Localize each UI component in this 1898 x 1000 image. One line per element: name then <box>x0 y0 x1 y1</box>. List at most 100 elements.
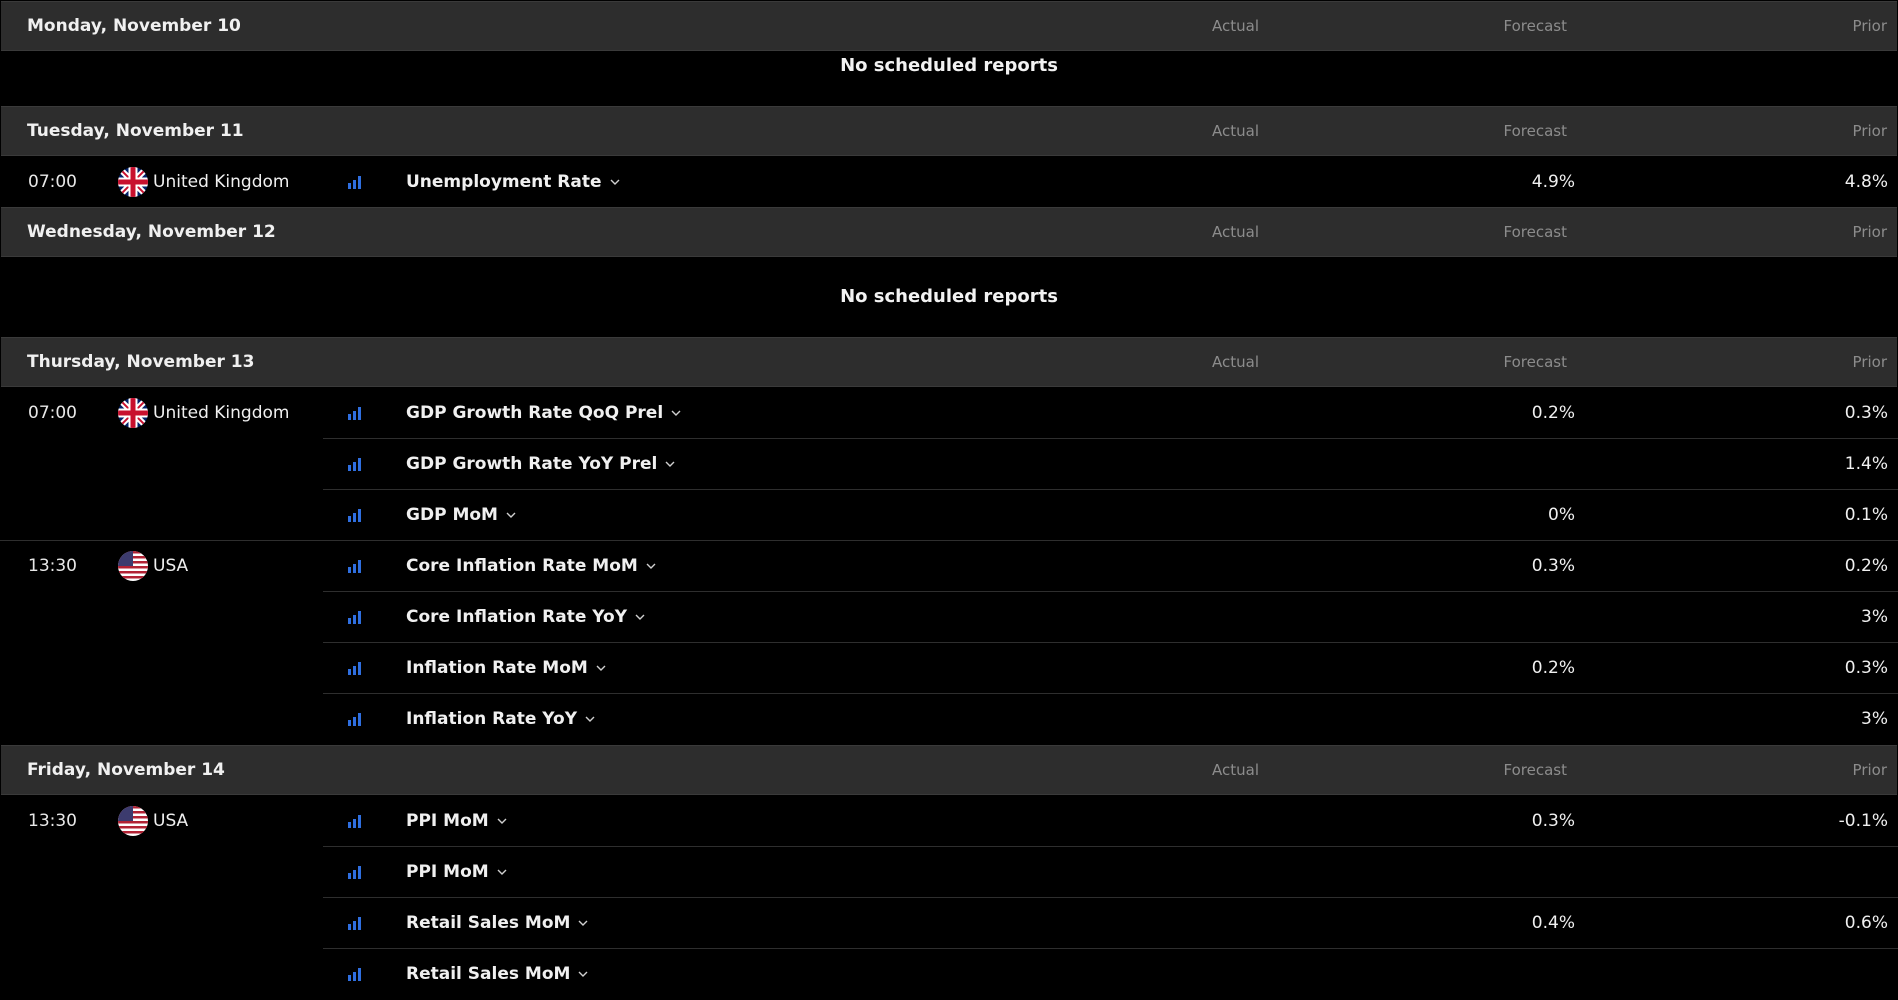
importance-bars-icon <box>348 713 361 726</box>
forecast-value: 0.4% <box>1531 913 1575 933</box>
prior-value: 0.6% <box>1844 913 1888 933</box>
us-flag-icon <box>118 806 148 836</box>
event-row[interactable]: 13:30 USA Core Inflation Rate MoM 0.3% 0… <box>0 541 1898 592</box>
importance-bars-icon <box>348 611 361 624</box>
event-name[interactable]: GDP Growth Rate QoQ Prel <box>406 388 681 438</box>
importance-bars-icon <box>348 560 361 573</box>
prior-value: 1.4% <box>1844 454 1888 474</box>
prior-value: 0.3% <box>1844 403 1888 423</box>
country-name: United Kingdom <box>153 172 290 192</box>
day-title: Tuesday, November 11 <box>27 121 244 141</box>
column-header-prior: Prior <box>1852 17 1887 35</box>
prior-value: 4.8% <box>1844 172 1888 192</box>
importance-bars-icon <box>348 662 361 675</box>
event-name[interactable]: Inflation Rate YoY <box>406 694 595 744</box>
event-row[interactable]: GDP Growth Rate YoY Prel 1.4% <box>0 439 1898 490</box>
day-title: Monday, November 10 <box>27 16 241 36</box>
column-header-actual: Actual <box>1212 122 1259 140</box>
event-row[interactable]: Retail Sales MoM 0.4% 0.6% <box>0 898 1898 949</box>
column-header-actual: Actual <box>1212 17 1259 35</box>
column-header-prior: Prior <box>1852 353 1887 371</box>
column-header-actual: Actual <box>1212 223 1259 241</box>
chevron-down-icon <box>610 179 620 185</box>
prior-value: 0.1% <box>1844 505 1888 525</box>
importance-bars-icon <box>348 968 361 981</box>
forecast-value: 0% <box>1548 505 1575 525</box>
event-name[interactable]: GDP Growth Rate YoY Prel <box>406 439 675 489</box>
chevron-down-icon <box>506 512 516 518</box>
chevron-down-icon <box>635 614 645 620</box>
column-header-actual: Actual <box>1212 761 1259 779</box>
prior-value: 3% <box>1861 709 1888 729</box>
event-row[interactable]: 13:30 USA PPI MoM 0.3% -0.1% <box>0 796 1898 847</box>
event-row[interactable]: Inflation Rate MoM 0.2% 0.3% <box>0 643 1898 694</box>
us-flag-icon <box>118 551 148 581</box>
column-header-actual: Actual <box>1212 353 1259 371</box>
importance-bars-icon <box>348 458 361 471</box>
event-name[interactable]: Inflation Rate MoM <box>406 643 606 693</box>
importance-bars-icon <box>348 866 361 879</box>
chevron-down-icon <box>497 869 507 875</box>
event-name[interactable]: Core Inflation Rate MoM <box>406 541 656 591</box>
event-row[interactable]: GDP MoM 0% 0.1% <box>0 490 1898 541</box>
event-name[interactable]: PPI MoM <box>406 847 507 897</box>
uk-flag-icon <box>118 398 148 428</box>
day-title: Friday, November 14 <box>27 760 225 780</box>
column-header-prior: Prior <box>1852 122 1887 140</box>
day-header-tuesday: Tuesday, November 11 Actual Forecast Pri… <box>1 106 1897 156</box>
event-time: 13:30 <box>28 556 77 576</box>
prior-value: -0.1% <box>1838 811 1888 831</box>
chevron-down-icon <box>578 971 588 977</box>
country-name: USA <box>153 811 189 831</box>
event-time: 07:00 <box>28 172 77 192</box>
country-name: USA <box>153 556 189 576</box>
event-name[interactable]: PPI MoM <box>406 796 507 846</box>
forecast-value: 4.9% <box>1531 172 1575 192</box>
column-header-forecast: Forecast <box>1503 761 1567 779</box>
event-name[interactable]: Retail Sales MoM <box>406 898 588 948</box>
column-header-forecast: Forecast <box>1503 17 1567 35</box>
event-row[interactable]: PPI MoM <box>0 847 1898 898</box>
chevron-down-icon <box>665 461 675 467</box>
chevron-down-icon <box>585 716 595 722</box>
importance-bars-icon <box>348 815 361 828</box>
event-time: 13:30 <box>28 811 77 831</box>
forecast-value: 0.2% <box>1531 403 1575 423</box>
day-header-wednesday: Wednesday, November 12 Actual Forecast P… <box>1 207 1897 257</box>
prior-value: 0.3% <box>1844 658 1888 678</box>
event-row[interactable]: 07:00 United Kingdom Unemployment Rate 4… <box>0 157 1898 208</box>
chevron-down-icon <box>646 563 656 569</box>
event-name[interactable]: Core Inflation Rate YoY <box>406 592 645 642</box>
prior-value: 0.2% <box>1844 556 1888 576</box>
day-title: Wednesday, November 12 <box>27 222 276 242</box>
chevron-down-icon <box>671 410 681 416</box>
column-header-prior: Prior <box>1852 223 1887 241</box>
forecast-value: 0.3% <box>1531 556 1575 576</box>
uk-flag-icon <box>118 167 148 197</box>
event-name[interactable]: GDP MoM <box>406 490 516 540</box>
chevron-down-icon <box>578 920 588 926</box>
prior-value: 3% <box>1861 607 1888 627</box>
column-header-prior: Prior <box>1852 761 1887 779</box>
event-time: 07:00 <box>28 403 77 423</box>
event-name[interactable]: Unemployment Rate <box>406 157 620 207</box>
day-header-monday: Monday, November 10 Actual Forecast Prio… <box>1 1 1897 51</box>
chevron-down-icon <box>497 818 507 824</box>
column-header-forecast: Forecast <box>1503 223 1567 241</box>
event-row[interactable]: Inflation Rate YoY 3% <box>0 694 1898 745</box>
event-name[interactable]: Retail Sales MoM <box>406 949 588 999</box>
no-reports-message: No scheduled reports <box>840 286 1058 307</box>
no-reports-message: No scheduled reports <box>840 55 1058 76</box>
event-row[interactable]: Core Inflation Rate YoY 3% <box>0 592 1898 643</box>
economic-calendar: Monday, November 10 Actual Forecast Prio… <box>0 0 1898 1000</box>
day-header-thursday: Thursday, November 13 Actual Forecast Pr… <box>1 337 1897 387</box>
importance-bars-icon <box>348 509 361 522</box>
importance-bars-icon <box>348 917 361 930</box>
event-row[interactable]: Retail Sales MoM <box>0 949 1898 1000</box>
chevron-down-icon <box>596 665 606 671</box>
column-header-forecast: Forecast <box>1503 122 1567 140</box>
column-header-forecast: Forecast <box>1503 353 1567 371</box>
day-header-friday: Friday, November 14 Actual Forecast Prio… <box>1 745 1897 795</box>
event-row[interactable]: 07:00 United Kingdom GDP Growth Rate QoQ… <box>0 388 1898 439</box>
day-title: Thursday, November 13 <box>27 352 255 372</box>
